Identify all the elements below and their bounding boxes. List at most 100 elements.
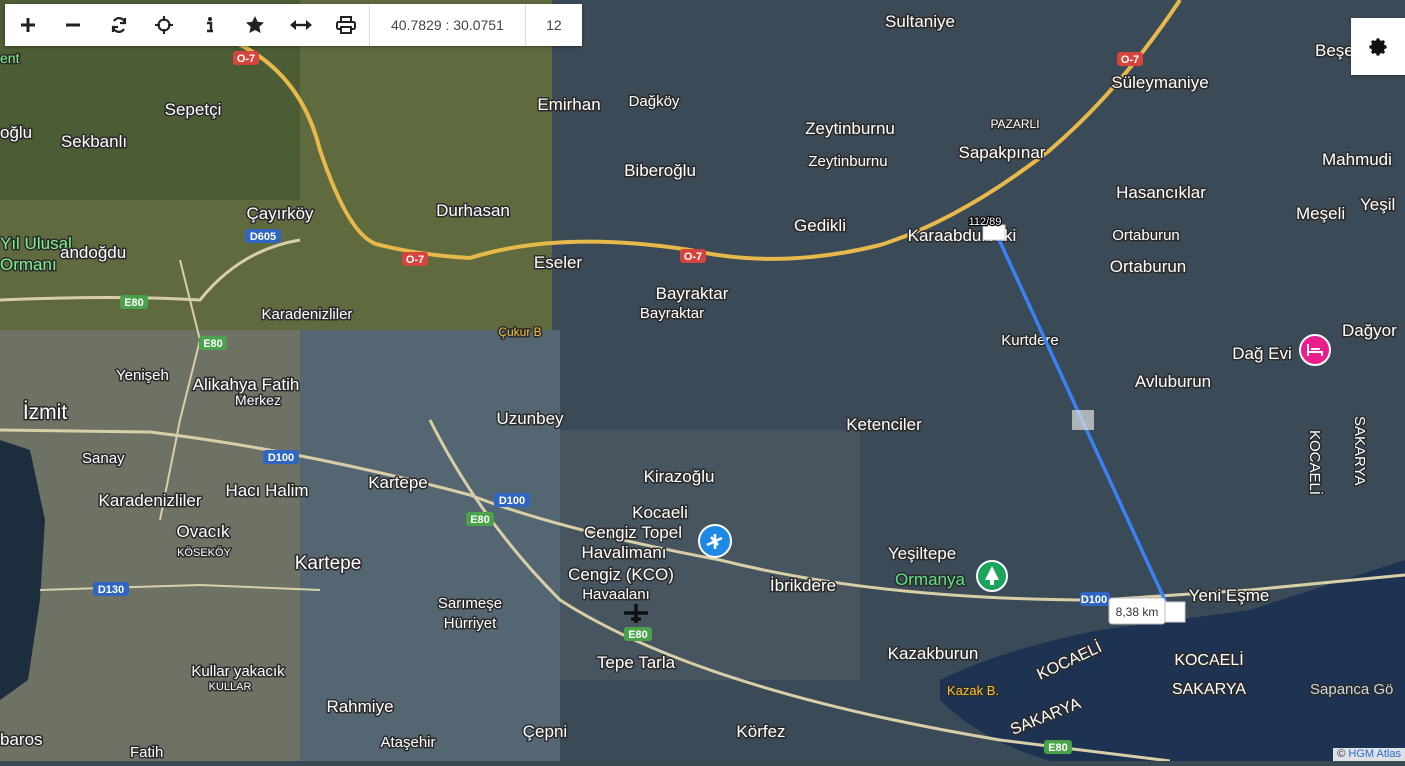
arrows-horizontal-icon <box>289 20 312 30</box>
place-label: Cengiz (KCO) <box>568 565 674 584</box>
park-marker-icon[interactable] <box>976 560 1008 592</box>
refresh-button[interactable] <box>96 4 142 46</box>
place-label: Dağ Evi <box>1232 344 1292 363</box>
road-shield-o7: O-7 <box>402 252 428 266</box>
place-label: baros <box>0 730 43 749</box>
road-shield-e80: E80 <box>199 336 227 350</box>
place-label: Çayırköy <box>246 204 314 223</box>
place-label: Sekbanlı <box>61 132 127 151</box>
svg-text:D130: D130 <box>98 584 124 596</box>
place-label: Kartepe <box>368 473 428 492</box>
road-shield-e80: E80 <box>624 627 652 641</box>
place-label: Bayraktar <box>640 305 704 322</box>
zoom-out-button[interactable] <box>51 4 97 46</box>
road-shield-d130: D130 <box>93 582 129 596</box>
place-label: Havalimanı <box>581 543 666 562</box>
place-label: Kazakburun <box>888 644 979 663</box>
svg-text:E80: E80 <box>470 514 490 526</box>
place-label: Hacı Halim <box>225 481 308 500</box>
road-shield-e80: E80 <box>1044 740 1072 754</box>
place-label: Kartepe <box>295 553 362 574</box>
svg-text:O-7: O-7 <box>684 251 702 263</box>
locate-button[interactable] <box>142 4 188 46</box>
measure-mid-handle <box>1072 410 1094 430</box>
svg-text:D100: D100 <box>1081 594 1107 606</box>
refresh-icon <box>111 17 126 33</box>
place-label: SAKARYA <box>1172 681 1246 698</box>
road-shield-e80: E80 <box>466 512 494 526</box>
place-label: Cengiz Topel <box>584 523 682 542</box>
place-label: Rahmiye <box>326 697 393 716</box>
place-label: İbrikdere <box>770 576 836 595</box>
road-shield-d100: D100 <box>263 450 299 464</box>
attribution-link[interactable]: HGM Atlas <box>1348 748 1401 760</box>
map-canvas[interactable]: O-7 O-7 O-7 O-7 D605 E80 E80 E80 E80 E80… <box>0 0 1405 763</box>
road-shield-o7: O-7 <box>1117 52 1143 66</box>
place-label: KOCAELİ <box>1174 650 1243 669</box>
place-label: KÖSEKÖY <box>177 547 231 559</box>
place-label: Sanay <box>82 450 125 467</box>
bearing-label: 112/89 <box>969 216 1002 228</box>
place-label: Yenişeh <box>116 367 169 384</box>
place-label: KOCAELİ <box>1306 430 1324 495</box>
svg-text:D100: D100 <box>268 452 294 464</box>
svg-text:D100: D100 <box>499 495 525 507</box>
place-label: Eseler <box>534 253 583 272</box>
measure-button[interactable] <box>278 4 324 46</box>
place-label: Uzunbey <box>496 409 564 428</box>
place-label: Mahmudi <box>1322 150 1392 169</box>
info-icon <box>206 17 213 33</box>
info-button[interactable] <box>187 4 233 46</box>
place-label: andoğdu <box>60 243 126 262</box>
svg-text:E80: E80 <box>203 338 223 350</box>
place-label: Tepe Tarla <box>597 653 676 672</box>
star-icon <box>246 16 265 33</box>
place-label: İzmit <box>23 401 67 424</box>
road-shield-e80: E80 <box>120 295 148 309</box>
place-label: oğlu <box>0 123 32 142</box>
minus-icon <box>66 23 81 27</box>
place-label: Ketenciler <box>846 415 922 434</box>
place-label: Ortaburun <box>1112 227 1180 244</box>
place-label: Kurtdere <box>1001 332 1059 349</box>
place-label: Ataşehir <box>380 734 435 751</box>
place-label: Yeşiltepe <box>888 544 956 563</box>
place-label: Zeytinburnu <box>805 119 895 138</box>
place-label: Hasancıklar <box>1116 183 1206 202</box>
place-label: Ovacık <box>177 522 230 541</box>
place-label: PAZARLI <box>990 117 1039 131</box>
place-label: Dağyor <box>1342 321 1397 340</box>
place-label: Havaalanı <box>582 586 650 603</box>
copyright-symbol: © <box>1337 748 1346 760</box>
svg-text:O-7: O-7 <box>1121 54 1139 66</box>
road-shield-o7: O-7 <box>233 51 259 65</box>
place-label: Zeytinburnu <box>808 153 887 170</box>
place-label: Sarımeşe <box>438 595 502 612</box>
place-label: Sepetçi <box>165 100 222 119</box>
place-label: Bayraktar <box>656 284 729 303</box>
settings-button[interactable] <box>1351 18 1405 75</box>
print-button[interactable] <box>324 4 370 46</box>
place-label: Sapakpınar <box>959 143 1046 162</box>
svg-text:E80: E80 <box>124 297 144 309</box>
place-label: Kirazoğlu <box>644 467 715 486</box>
zoom-level-display: 12 <box>524 4 582 46</box>
place-label: Kazak B. <box>947 683 999 698</box>
airport-icon[interactable] <box>698 524 732 558</box>
plus-icon <box>20 18 35 32</box>
place-label: Çepni <box>523 722 567 741</box>
place-label: Ortaburun <box>1110 257 1187 276</box>
printer-icon <box>336 16 357 34</box>
map-toolbar: 40.7829 : 30.0751 12 <box>5 4 582 46</box>
place-label: KULLAR <box>209 681 252 693</box>
place-label: Kullar yakacık <box>191 663 285 680</box>
place-label: Körfez <box>736 722 785 741</box>
favorite-button[interactable] <box>233 4 279 46</box>
place-label: Çukur B <box>498 325 541 339</box>
hotel-marker-icon[interactable] <box>1299 334 1331 366</box>
place-label: Kocaeli <box>632 503 688 522</box>
road-shield-d100: D100 <box>1080 592 1110 606</box>
place-label: Sapanca Gö <box>1310 681 1393 698</box>
zoom-in-button[interactable] <box>5 4 51 46</box>
place-label: Ormanı <box>0 255 57 274</box>
